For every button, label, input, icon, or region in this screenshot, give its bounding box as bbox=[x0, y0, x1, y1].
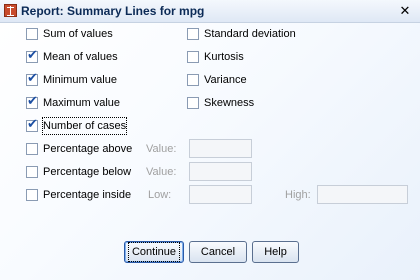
checkbox-label: Kurtosis bbox=[204, 51, 244, 63]
checkbox-label: Percentage below bbox=[43, 166, 132, 178]
checkbox-box[interactable] bbox=[26, 28, 38, 40]
checkbox-label: Minimum value bbox=[43, 74, 117, 86]
below-value-field[interactable] bbox=[189, 162, 252, 181]
dialog-title: Report: Summary Lines for mpg bbox=[21, 4, 205, 18]
checkbox-label: Skewness bbox=[204, 97, 255, 109]
checkbox-box[interactable] bbox=[187, 51, 199, 63]
checkbox-box[interactable] bbox=[26, 48, 38, 64]
title-bar: Report: Summary Lines for mpg ✕ bbox=[0, 0, 420, 23]
spss-table-icon bbox=[4, 4, 17, 17]
checkbox-label: Standard deviation bbox=[204, 28, 296, 40]
help-button-label: Help bbox=[264, 246, 287, 258]
checkbox-box[interactable] bbox=[187, 97, 199, 109]
checkbox-label: Sum of values bbox=[43, 28, 113, 40]
continue-button-label: Continue bbox=[127, 242, 181, 262]
close-button[interactable]: ✕ bbox=[396, 3, 414, 19]
cancel-button[interactable]: Cancel bbox=[189, 241, 247, 263]
checkbox-box[interactable] bbox=[187, 74, 199, 86]
continue-button[interactable]: Continue bbox=[124, 241, 184, 263]
below-value-label: Value: bbox=[146, 166, 177, 178]
checkbox-box[interactable] bbox=[26, 94, 38, 110]
checkbox-label: Maximum value bbox=[43, 97, 121, 109]
cancel-button-label: Cancel bbox=[200, 246, 236, 258]
dialog-body: Sum of values Mean of values Minimum val… bbox=[0, 23, 420, 280]
above-value-label: Value: bbox=[146, 143, 177, 155]
checkbox-label: Percentage inside bbox=[43, 189, 132, 201]
checkbox-box[interactable] bbox=[26, 166, 38, 178]
inside-low-field[interactable] bbox=[189, 185, 252, 204]
inside-high-label: High: bbox=[285, 189, 311, 201]
above-value-field[interactable] bbox=[189, 139, 252, 158]
checkbox-box[interactable] bbox=[187, 28, 199, 40]
checkbox-label: Number of cases bbox=[41, 117, 128, 135]
checkbox-label: Variance bbox=[204, 74, 247, 86]
dialog-window: Report: Summary Lines for mpg ✕ Sum of v… bbox=[0, 0, 420, 280]
inside-high-field[interactable] bbox=[317, 185, 408, 204]
checkbox-box[interactable] bbox=[26, 117, 38, 133]
checkbox-box[interactable] bbox=[26, 71, 38, 87]
checkbox-label: Mean of values bbox=[43, 51, 118, 63]
checkbox-box[interactable] bbox=[26, 143, 38, 155]
checkbox-box[interactable] bbox=[26, 189, 38, 201]
inside-low-label: Low: bbox=[148, 189, 172, 201]
checkbox-label: Percentage above bbox=[43, 143, 133, 155]
help-button[interactable]: Help bbox=[252, 241, 299, 263]
